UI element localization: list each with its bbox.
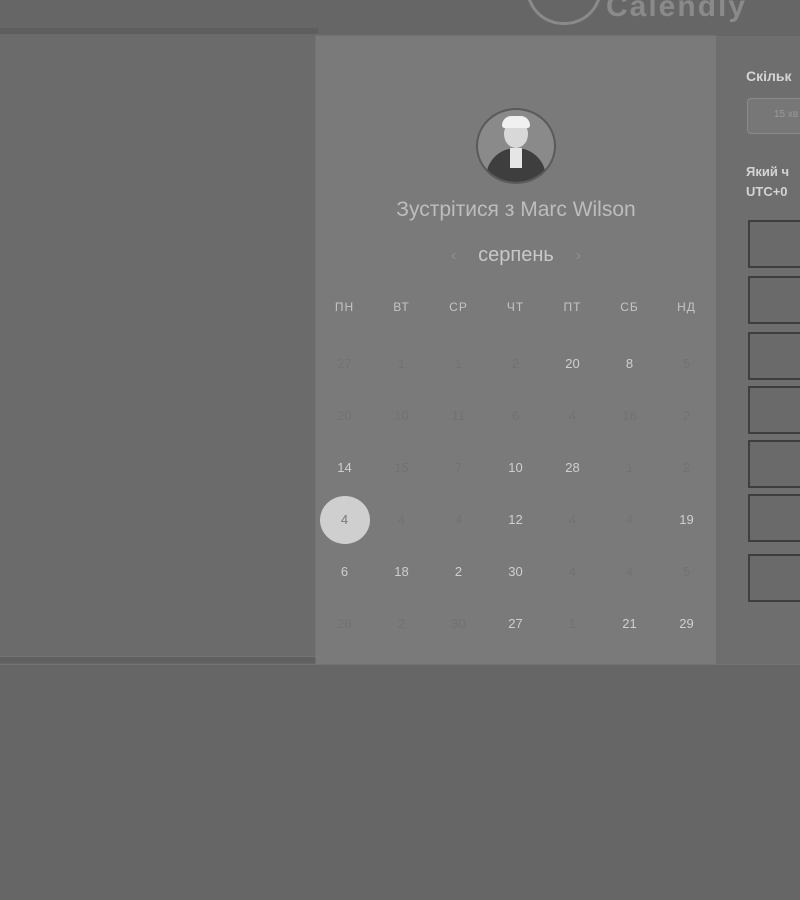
calendar-day[interactable]: 18 <box>373 560 430 584</box>
weekday-label: ЧТ <box>506 300 525 314</box>
duration-value: 15 хв <box>774 109 799 120</box>
calendar-day: 4 <box>625 512 634 527</box>
calendar-day: 27 <box>337 356 352 371</box>
booking-modal: Зустрітися з Marc Wilson ‹ серпень › ПН В… <box>316 36 716 664</box>
weekday-label: СБ <box>620 300 639 314</box>
calendar-day: 2 <box>511 356 520 371</box>
timezone-label: UTC+0 <box>746 184 788 199</box>
time-slot-button[interactable] <box>748 220 800 268</box>
calendar-day: 1 <box>454 356 463 371</box>
calendar-day: 1 <box>625 460 634 475</box>
footer-divider <box>0 664 800 665</box>
left-panel-footer <box>0 656 316 663</box>
calendar-week: 27 1 1 2 20 8 5 <box>316 352 716 404</box>
time-slot-button[interactable] <box>748 440 800 488</box>
duration-select[interactable]: 15 хв <box>747 98 800 134</box>
calendar-day[interactable]: 27 <box>487 612 544 636</box>
calendar-day: 4 <box>454 512 463 527</box>
logo: Calendly <box>520 0 800 26</box>
calendar-day: 1 <box>568 616 577 631</box>
calendar-week: 4 4 4 12 4 4 19 <box>316 496 716 560</box>
calendar-day[interactable]: 2 <box>430 560 487 584</box>
calendar-week: 20 10 11 6 4 16 2 <box>316 404 716 456</box>
calendar-day[interactable]: 14 <box>316 456 373 480</box>
host-avatar <box>476 108 556 184</box>
duration-label: Скільк <box>746 68 792 84</box>
calendar-day: 16 <box>622 408 637 423</box>
calendar-day: 26 <box>337 616 352 631</box>
calendar-day: 4 <box>568 564 577 579</box>
calendar-day[interactable]: 12 <box>487 508 544 532</box>
calendar-week: 26 2 30 27 1 21 29 <box>316 612 716 664</box>
weekday-label: ВТ <box>393 300 410 314</box>
meeting-title: Зустрітися з Marc Wilson <box>396 198 636 221</box>
calendar-day: 2 <box>397 616 406 631</box>
calendar-day: 15 <box>394 460 409 475</box>
calendar-day: 30 <box>451 616 466 631</box>
logo-text: Calendly <box>606 0 748 23</box>
time-slot-button[interactable] <box>748 494 800 542</box>
calendar-week: 6 18 2 30 4 4 5 <box>316 560 716 612</box>
calendar-day-selected[interactable]: 4 <box>316 496 373 544</box>
calendar-day: 1 <box>397 356 406 371</box>
calendar-day: 2 <box>682 408 691 423</box>
calendar-day[interactable]: 8 <box>601 352 658 376</box>
time-selection-panel: Скільк 15 хв Який ч UTC+0 <box>716 36 800 664</box>
time-slot-button[interactable] <box>748 332 800 380</box>
time-slot-button[interactable] <box>748 554 800 602</box>
time-label: Який ч UTC+0 <box>746 162 789 202</box>
calendar-day[interactable]: 20 <box>544 352 601 376</box>
time-slot-button[interactable] <box>748 276 800 324</box>
calendar-day[interactable]: 28 <box>544 456 601 480</box>
calendar-day: 4 <box>568 408 577 423</box>
next-month-icon[interactable]: › <box>568 247 588 265</box>
weekday-header: ПН ВТ СР ЧТ ПТ СБ НД <box>316 300 716 314</box>
calendar-day[interactable]: 30 <box>487 560 544 584</box>
weekday-label: СР <box>449 300 468 314</box>
logo-icon <box>526 0 602 25</box>
calendar-day: 5 <box>682 564 691 579</box>
calendar-day[interactable]: 19 <box>658 508 715 532</box>
calendar-day[interactable]: 21 <box>601 612 658 636</box>
calendar-day: 4 <box>568 512 577 527</box>
weekday-label: ПН <box>334 300 355 314</box>
left-panel <box>0 34 316 658</box>
calendar-day: 11 <box>451 408 466 423</box>
calendar-week: 14 15 7 10 28 1 2 <box>316 456 716 508</box>
month-navigation: ‹ серпень › <box>316 244 716 267</box>
month-label: серпень <box>478 244 554 266</box>
calendar-day: 6 <box>511 408 520 423</box>
calendar-day: 7 <box>454 460 463 475</box>
calendar-day: 20 <box>337 408 352 423</box>
calendar-day: 2 <box>682 460 691 475</box>
calendar-day: 4 <box>625 564 634 579</box>
calendar-day: 5 <box>682 356 691 371</box>
calendar-day[interactable]: 6 <box>316 560 373 584</box>
calendar-day: 10 <box>394 408 409 423</box>
weekday-label: НД <box>677 300 696 314</box>
weekday-label: ПТ <box>563 300 582 314</box>
time-slot-button[interactable] <box>748 386 800 434</box>
calendar-day: 4 <box>397 512 406 527</box>
prev-month-icon[interactable]: ‹ <box>444 247 464 265</box>
calendar-day[interactable]: 29 <box>658 612 715 636</box>
calendar-day[interactable]: 10 <box>487 456 544 480</box>
calendar-grid: 27 1 1 2 20 8 5 20 10 11 6 4 16 2 14 15 7 10 28 1 2 4 4 4 12 4 4 19… <box>316 352 716 664</box>
